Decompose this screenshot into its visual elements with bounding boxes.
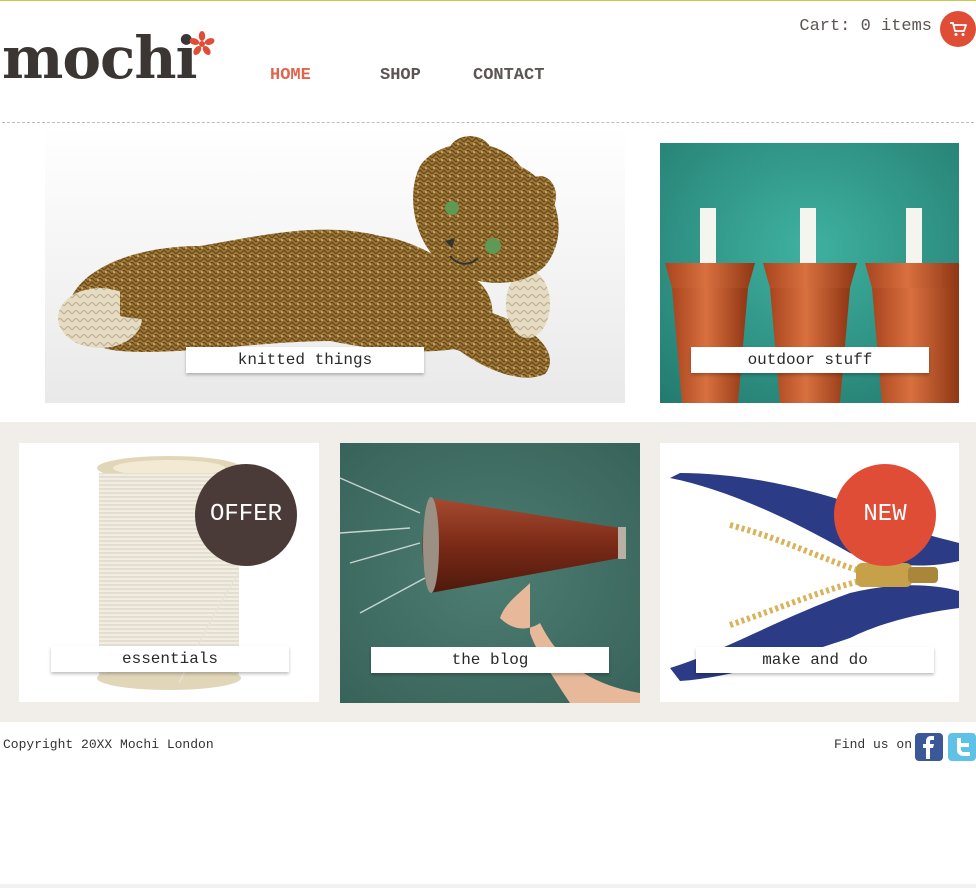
tile-make-and-do[interactable]: NEW make and do [660,443,959,702]
caption-make-and-do: make and do [696,647,934,673]
cart-button[interactable] [940,11,976,47]
nav-shop[interactable]: SHOP [380,66,421,85]
new-badge: NEW [834,464,936,566]
tile-essentials[interactable]: OFFER essentials [19,443,319,702]
offer-badge: OFFER [195,464,297,566]
cart-summary[interactable]: Cart: 0 items [799,17,932,36]
footer-copyright: Copyright 20XX Mochi London [3,737,214,752]
asterisk-icon [189,31,215,55]
facebook-icon[interactable] [915,733,943,761]
caption-the-blog: the blog [371,647,609,673]
nav-contact[interactable]: CONTACT [473,66,544,85]
bottom-edge [0,884,976,888]
caption-essentials: essentials [51,646,289,672]
footer-find-us: Find us on [834,737,913,752]
tile-the-blog[interactable]: the blog [340,443,640,703]
top-accent-line [0,0,976,1]
twitter-icon[interactable] [948,733,976,761]
tile-knitted-things[interactable]: knitted things [0,126,640,406]
caption-outdoor-stuff: outdoor stuff [691,347,929,373]
cart-icon [950,22,967,36]
tile-outdoor-stuff[interactable]: outdoor stuff [660,143,959,403]
caption-knitted-things: knitted things [186,347,424,373]
nav-home[interactable]: HOME [270,66,311,85]
logo-text: mochi [2,24,198,92]
header-divider [2,122,974,123]
